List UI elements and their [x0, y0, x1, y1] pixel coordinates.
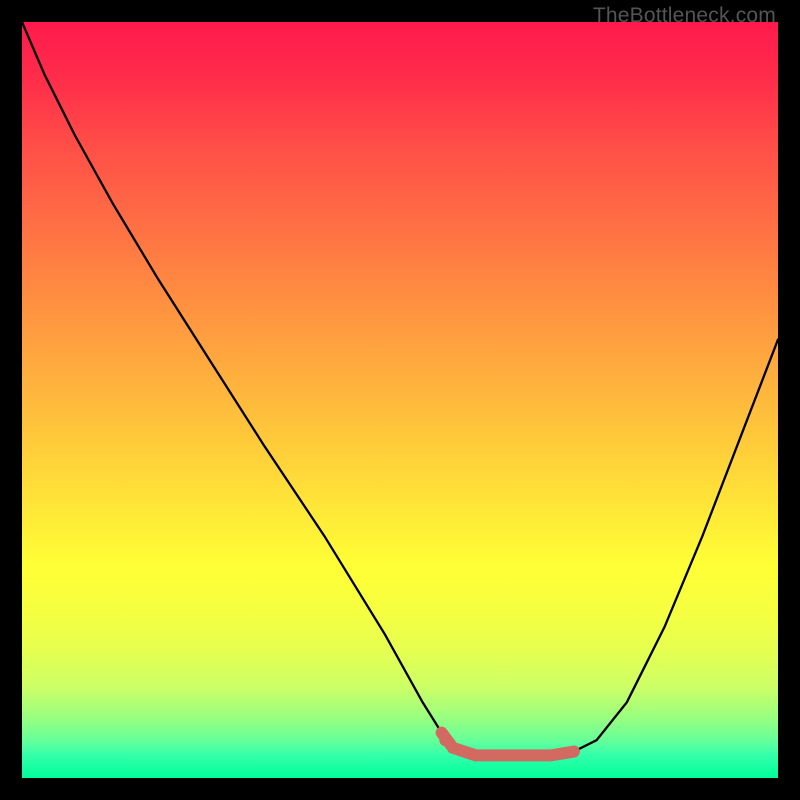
highlight-segment [442, 733, 574, 756]
chart-svg [22, 22, 778, 778]
bottleneck-curve [22, 22, 778, 755]
chart-container: TheBottleneck.com [0, 0, 800, 800]
highlight-dot [439, 734, 451, 746]
